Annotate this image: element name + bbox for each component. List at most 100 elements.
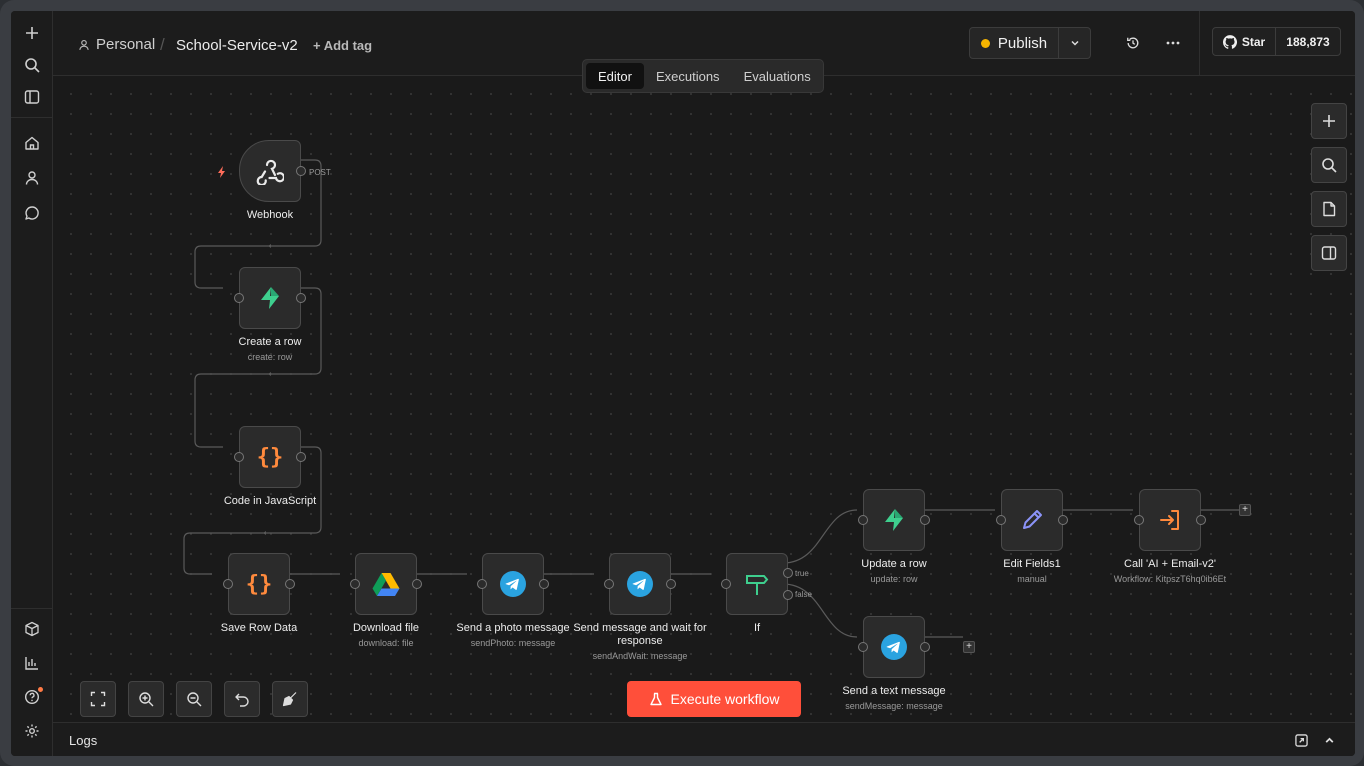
input-port[interactable] xyxy=(721,579,731,589)
node-subtitle: create: row xyxy=(247,352,293,362)
tab-executions[interactable]: Executions xyxy=(644,63,732,89)
publish-button[interactable]: Publish xyxy=(970,28,1059,58)
sidebar-toggle-icon[interactable] xyxy=(20,85,44,109)
search-icon[interactable] xyxy=(20,53,44,77)
breadcrumb-project[interactable]: Personal xyxy=(78,36,155,53)
add-icon[interactable] xyxy=(20,21,44,45)
add-node-button[interactable]: + xyxy=(963,641,975,653)
node-send-and-wait[interactable] xyxy=(604,553,676,615)
input-port[interactable] xyxy=(234,293,244,303)
google-drive-icon xyxy=(372,573,400,596)
flask-icon xyxy=(649,692,662,706)
output-port[interactable] xyxy=(412,579,422,589)
node-create-row[interactable] xyxy=(234,267,306,329)
output-port[interactable] xyxy=(1196,515,1206,525)
edge-arrow xyxy=(263,531,266,535)
output-port[interactable] xyxy=(285,579,295,589)
workflow-name[interactable]: School-Service-v2 xyxy=(176,37,298,54)
node-call-workflow[interactable] xyxy=(1134,489,1206,551)
telegram-icon xyxy=(627,571,653,597)
execute-workflow-button[interactable]: Execute workflow xyxy=(627,681,801,717)
more-options-icon[interactable] xyxy=(1163,33,1183,53)
help-icon[interactable] xyxy=(20,685,44,709)
input-port[interactable] xyxy=(604,579,614,589)
pop-out-icon[interactable] xyxy=(1293,732,1309,748)
pencil-icon xyxy=(1023,510,1042,529)
input-port[interactable] xyxy=(234,452,244,462)
input-port[interactable] xyxy=(350,579,360,589)
search-nodes-icon[interactable] xyxy=(1311,147,1347,183)
zoom-out-icon[interactable] xyxy=(176,681,212,717)
notification-dot xyxy=(38,687,43,692)
logs-panel[interactable]: Logs xyxy=(53,722,1355,756)
chevron-up-icon[interactable] xyxy=(1321,732,1337,748)
workflow-canvas[interactable]: POST Webhook Create a row create: row {}… xyxy=(53,76,1355,722)
node-update-row[interactable] xyxy=(858,489,930,551)
output-port[interactable] xyxy=(666,579,676,589)
history-icon[interactable] xyxy=(1123,33,1143,53)
left-sidebar xyxy=(11,11,53,756)
breadcrumb-separator: / xyxy=(160,35,165,54)
unpublished-status-dot xyxy=(980,38,990,48)
node-webhook[interactable] xyxy=(239,140,306,202)
add-node-icon[interactable] xyxy=(1311,103,1347,139)
output-port[interactable] xyxy=(920,642,930,652)
node-subtitle: Workflow: KitpszT6hq0ib6Et xyxy=(1113,574,1227,584)
home-icon[interactable] xyxy=(20,131,44,155)
enter-arrow-icon xyxy=(1160,510,1179,530)
port-label-post: POST xyxy=(309,168,331,177)
input-port[interactable] xyxy=(858,515,868,525)
output-port[interactable] xyxy=(296,452,306,462)
node-send-photo[interactable] xyxy=(477,553,549,615)
execute-workflow-label: Execute workflow xyxy=(670,691,780,707)
clean-up-icon[interactable] xyxy=(272,681,308,717)
node-subtitle: sendMessage: message xyxy=(845,701,943,711)
input-port[interactable] xyxy=(996,515,1006,525)
tab-editor[interactable]: Editor xyxy=(586,63,644,89)
sticky-note-icon[interactable] xyxy=(1311,191,1347,227)
output-port[interactable] xyxy=(1058,515,1068,525)
add-tag-button[interactable]: + Add tag xyxy=(313,38,372,53)
publish-options-button[interactable] xyxy=(1059,28,1090,58)
webhook-icon xyxy=(256,159,284,185)
github-star-button[interactable]: Star 188,873 xyxy=(1212,27,1341,56)
node-code-javascript[interactable]: {} xyxy=(234,426,306,488)
github-icon xyxy=(1222,34,1237,49)
undo-icon[interactable] xyxy=(224,681,260,717)
port-label-false: false xyxy=(795,590,812,599)
node-label: Code in JavaScript xyxy=(223,495,317,507)
output-port-false[interactable] xyxy=(783,590,793,600)
chat-icon[interactable] xyxy=(20,201,44,225)
input-port[interactable] xyxy=(223,579,233,589)
output-port-true[interactable] xyxy=(783,568,793,578)
code-braces-icon: {} xyxy=(256,444,284,470)
panel-toggle-icon[interactable] xyxy=(1311,235,1347,271)
app-window: Personal / School-Service-v2 + Add tag P… xyxy=(11,11,1355,756)
node-edit-fields[interactable] xyxy=(996,489,1068,551)
node-label: Send a photo message xyxy=(456,622,570,634)
node-if[interactable] xyxy=(721,553,793,615)
input-port[interactable] xyxy=(1134,515,1144,525)
user-icon xyxy=(79,39,89,50)
insights-icon[interactable] xyxy=(20,651,44,675)
node-label: Call 'AI + Email-v2' xyxy=(1124,558,1216,570)
publish-label: Publish xyxy=(997,34,1048,52)
zoom-in-icon[interactable] xyxy=(128,681,164,717)
input-port[interactable] xyxy=(858,642,868,652)
tab-evaluations[interactable]: Evaluations xyxy=(732,63,823,89)
templates-icon[interactable] xyxy=(20,617,44,641)
output-port[interactable] xyxy=(296,166,306,176)
node-save-row-data[interactable]: {} xyxy=(223,553,295,615)
output-port[interactable] xyxy=(296,293,306,303)
fit-view-icon[interactable] xyxy=(80,681,116,717)
output-port[interactable] xyxy=(539,579,549,589)
signpost-icon xyxy=(746,575,769,595)
settings-icon[interactable] xyxy=(20,719,44,743)
output-port[interactable] xyxy=(920,515,930,525)
node-send-text[interactable] xyxy=(858,616,930,678)
add-node-button[interactable]: + xyxy=(1239,504,1251,516)
telegram-icon xyxy=(500,571,526,597)
user-icon[interactable] xyxy=(20,166,44,190)
node-download-file[interactable] xyxy=(350,553,422,615)
input-port[interactable] xyxy=(477,579,487,589)
